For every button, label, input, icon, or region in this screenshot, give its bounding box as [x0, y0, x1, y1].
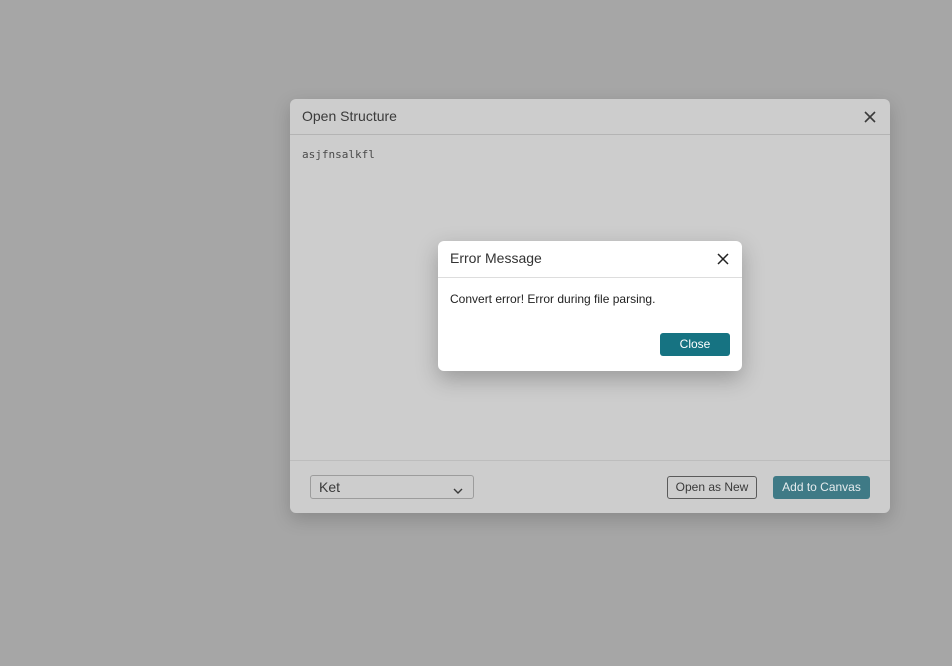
textarea-value: asjfnsalkfl: [302, 148, 375, 161]
add-to-canvas-button[interactable]: Add to Canvas: [773, 476, 870, 499]
close-button[interactable]: Close: [660, 333, 730, 356]
close-icon[interactable]: [862, 109, 878, 125]
error-message-text: Convert error! Error during file parsing…: [450, 292, 656, 306]
close-icon[interactable]: [716, 252, 730, 266]
dialog-title: Open Structure: [302, 108, 397, 124]
open-as-new-button[interactable]: Open as New: [667, 476, 757, 499]
chevron-down-icon: [453, 483, 463, 494]
open-structure-header: Open Structure: [290, 99, 890, 135]
format-select[interactable]: Ket: [310, 475, 474, 499]
format-select-value: Ket: [319, 479, 341, 495]
open-structure-footer: Ket Open as New Add to Canvas: [290, 461, 890, 513]
error-dialog-title: Error Message: [450, 250, 542, 266]
error-dialog-header: Error Message: [438, 241, 742, 278]
error-message-dialog: Error Message Convert error! Error durin…: [438, 241, 742, 371]
